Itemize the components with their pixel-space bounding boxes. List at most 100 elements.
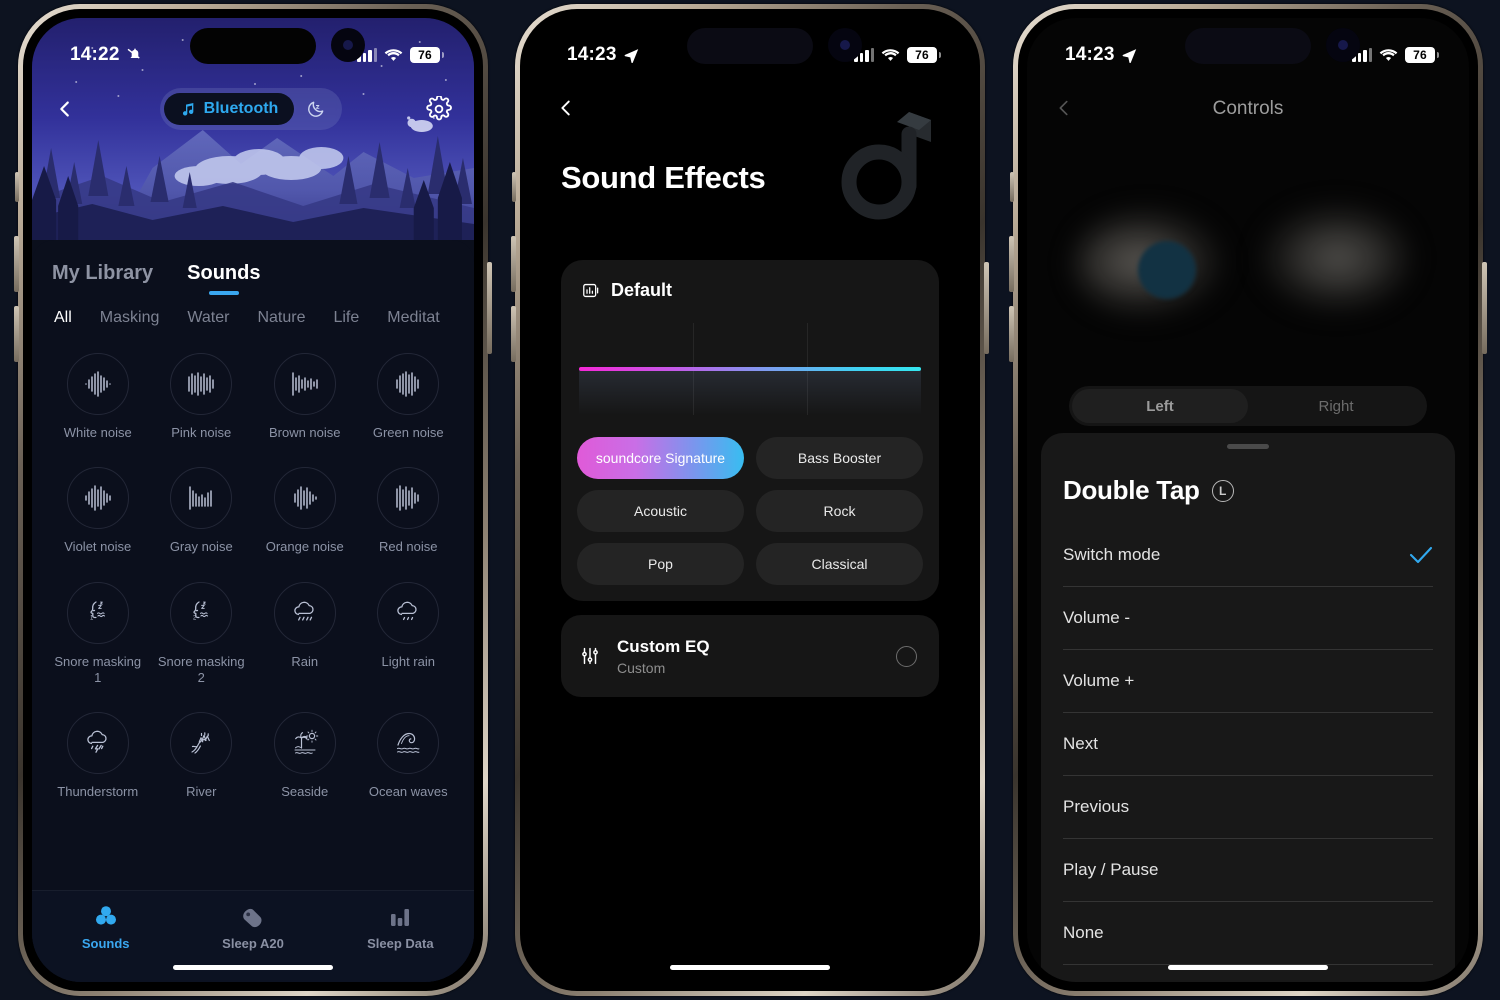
volume-down-button[interactable] <box>1009 306 1014 362</box>
sound-icon-wrap <box>170 353 233 415</box>
mute-switch[interactable] <box>1010 172 1014 202</box>
mute-switch[interactable] <box>15 172 19 202</box>
bluetooth-mode-segment[interactable]: Bluetooth <box>163 93 295 125</box>
option-next[interactable]: Next <box>1063 713 1433 776</box>
power-button[interactable] <box>1482 262 1487 354</box>
option-volume-down[interactable]: Volume - <box>1063 587 1433 650</box>
battery-indicator: 76 <box>410 47 444 63</box>
category-meditation[interactable]: Meditat <box>387 309 439 327</box>
home-indicator[interactable] <box>670 965 830 970</box>
sound-item-snore-masking-2[interactable]: 2 Snore masking 2 <box>150 581 254 687</box>
sound-item-green-noise[interactable]: Green noise <box>357 353 461 441</box>
segment-right[interactable]: Right <box>1248 389 1424 423</box>
option-none[interactable]: None <box>1063 902 1433 965</box>
gear-icon[interactable] <box>426 96 452 122</box>
eq-curve-line <box>579 367 921 371</box>
category-water[interactable]: Water <box>187 309 229 327</box>
volume-up-button[interactable] <box>1009 236 1014 292</box>
option-play-pause[interactable]: Play / Pause <box>1063 839 1433 902</box>
chevron-left-icon[interactable] <box>555 96 577 120</box>
mode-toggle-pill[interactable]: Bluetooth <box>159 88 343 130</box>
sleep-mode-segment[interactable] <box>294 92 338 126</box>
sound-icon-wrap: 2 <box>170 581 233 644</box>
sound-label: Light rain <box>381 653 435 669</box>
sound-item-light-rain[interactable]: Light rain <box>357 581 461 687</box>
category-life[interactable]: Life <box>333 309 359 327</box>
waveform-icon <box>85 485 111 511</box>
sound-item-brown-noise[interactable]: Brown noise <box>253 353 357 441</box>
sound-item-red-noise[interactable]: Red noise <box>357 467 461 555</box>
sound-item-orange-noise[interactable]: Orange noise <box>253 467 357 555</box>
power-button[interactable] <box>984 262 989 354</box>
sound-item-ocean-waves[interactable]: Ocean waves <box>357 712 461 800</box>
status-time: 14:23 <box>567 44 617 65</box>
preset-rock[interactable]: Rock <box>756 490 923 532</box>
custom-eq-row[interactable]: Custom EQ Custom <box>561 615 939 697</box>
option-switch-mode[interactable]: Switch mode <box>1063 524 1433 587</box>
home-indicator[interactable] <box>173 965 333 970</box>
river-icon <box>191 732 211 754</box>
tab-bar-item-sleep-data[interactable]: Sleep Data <box>327 903 474 951</box>
sound-item-pink-noise[interactable]: Pink noise <box>150 353 254 441</box>
chevron-left-icon[interactable] <box>54 98 76 120</box>
tab-sounds[interactable]: Sounds <box>187 262 260 295</box>
category-nature[interactable]: Nature <box>257 309 305 327</box>
sound-item-violet-noise[interactable]: Violet noise <box>46 467 150 555</box>
sound-item-river[interactable]: River <box>150 712 254 800</box>
left-right-segmented-control[interactable]: Left Right <box>1069 386 1427 426</box>
left-earbud-highlight <box>1138 241 1196 299</box>
sound-item-rain[interactable]: Rain <box>253 581 357 687</box>
phone-1-frame: 14:22 76 Bluetooth My Library Sounds All… <box>14 4 492 996</box>
earbuds-preview <box>1027 196 1469 346</box>
front-camera <box>828 28 862 62</box>
option-volume-up[interactable]: Volume + <box>1063 650 1433 713</box>
volume-down-button[interactable] <box>14 306 19 362</box>
light-rain-cloud-icon <box>397 601 417 620</box>
mute-switch[interactable] <box>512 172 516 202</box>
tab-bar-item-sounds[interactable]: Sounds <box>32 903 179 951</box>
right-earbud-image[interactable] <box>1259 204 1411 312</box>
sound-label: Red noise <box>378 539 438 555</box>
sound-icon-wrap <box>170 467 233 530</box>
tab-my-library[interactable]: My Library <box>52 262 153 295</box>
option-label: Volume - <box>1063 608 1131 627</box>
preset-bass-booster[interactable]: Bass Booster <box>756 437 923 479</box>
status-left: 14:23 <box>567 44 640 66</box>
sound-item-snore-masking-1[interactable]: 1 Snore masking 1 <box>46 581 150 687</box>
sound-item-white-noise[interactable]: White noise <box>46 353 150 441</box>
moon-sleep-icon <box>308 101 324 117</box>
sound-item-seaside[interactable]: Seaside <box>253 712 357 800</box>
preset-soundcore-signature[interactable]: soundcore Signature <box>577 437 744 479</box>
preset-acoustic[interactable]: Acoustic <box>577 490 744 532</box>
sound-icon-wrap <box>377 467 440 530</box>
sound-item-thunderstorm[interactable]: Thunderstorm <box>46 712 150 800</box>
power-button[interactable] <box>487 262 492 354</box>
waveform-icon <box>292 372 318 396</box>
wifi-icon <box>1379 49 1398 61</box>
home-indicator[interactable] <box>1168 965 1328 970</box>
sound-item-gray-noise[interactable]: Gray noise <box>150 467 254 555</box>
eq-curve-graph[interactable] <box>579 323 921 415</box>
volume-up-button[interactable] <box>511 236 516 292</box>
tab-bar-label: Sounds <box>81 936 130 951</box>
preset-pop[interactable]: Pop <box>577 543 744 585</box>
status-time: 14:23 <box>1065 44 1115 65</box>
waveform-icon <box>188 372 214 396</box>
category-all[interactable]: All <box>54 309 72 327</box>
tab-bar-label: Sleep Data <box>367 936 434 951</box>
option-label: Previous <box>1063 797 1130 816</box>
custom-eq-title: Custom EQ <box>617 636 710 656</box>
option-previous[interactable]: Previous <box>1063 776 1433 839</box>
status-left: 14:22 <box>70 44 144 66</box>
radio-unselected-icon[interactable] <box>896 645 917 667</box>
sound-icon-wrap <box>377 712 440 774</box>
category-filter-row[interactable]: All Masking Water Nature Life Meditat <box>32 295 474 327</box>
preset-classical[interactable]: Classical <box>756 543 923 585</box>
option-label: Switch mode <box>1063 545 1161 564</box>
tab-bar-item-sleep-a20[interactable]: Sleep A20 <box>179 903 326 951</box>
volume-down-button[interactable] <box>511 306 516 362</box>
volume-up-button[interactable] <box>14 236 19 292</box>
category-masking[interactable]: Masking <box>100 309 160 327</box>
equalizer-icon <box>583 283 599 298</box>
segment-left[interactable]: Left <box>1072 389 1248 423</box>
